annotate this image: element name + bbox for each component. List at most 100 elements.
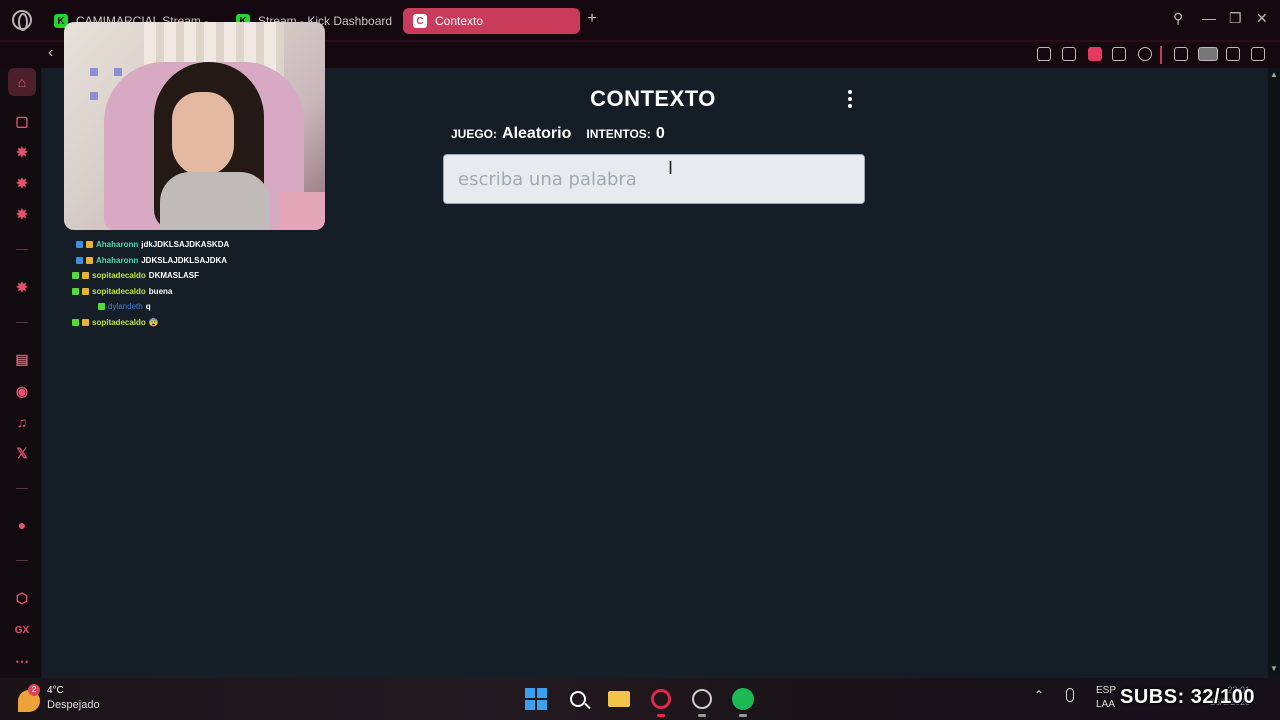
chat-username: sopitadecaldo bbox=[92, 317, 146, 327]
text-cursor-icon: I bbox=[668, 158, 674, 178]
chat-badge-icon bbox=[82, 287, 89, 295]
options-menu-icon[interactable] bbox=[846, 90, 854, 108]
weather-condition: Despejado bbox=[47, 699, 100, 711]
language-layout: LAA bbox=[1096, 699, 1115, 710]
settings-icon[interactable]: ⬡ bbox=[11, 587, 33, 609]
game-stats: JUEGO: Aleatorio INTENTOS: 0 bbox=[451, 125, 675, 143]
status-dot-icon[interactable]: ● bbox=[11, 514, 33, 536]
ai-icon-1[interactable]: ✸ bbox=[11, 141, 33, 163]
pocket-icon[interactable] bbox=[1088, 47, 1102, 61]
spotify-taskbar[interactable] bbox=[730, 686, 756, 712]
close-window-button[interactable]: ✕ bbox=[1256, 10, 1268, 27]
twitch-icon[interactable]: ▤ bbox=[11, 348, 33, 370]
chat-badge-icon bbox=[86, 256, 93, 264]
chat-badge-icon bbox=[76, 241, 83, 249]
browser-taskbar[interactable] bbox=[689, 686, 715, 712]
spotify-icon bbox=[732, 688, 754, 710]
running-app-indicator bbox=[698, 714, 706, 717]
chat-badge-icon bbox=[72, 272, 79, 280]
chat-text: JDKSLAJDKLSAJDKA bbox=[141, 255, 228, 265]
back-button[interactable]: ‹ bbox=[48, 44, 53, 62]
chat-text: 😨 bbox=[148, 317, 159, 327]
more-icon[interactable]: ⋯ bbox=[11, 650, 33, 672]
minimize-button[interactable]: — bbox=[1202, 10, 1216, 26]
chat-badge-icon bbox=[72, 318, 79, 326]
notification-badge: 2 bbox=[28, 684, 40, 696]
chat-username: dylandeth bbox=[108, 302, 143, 311]
juego-value: Aleatorio bbox=[502, 125, 572, 142]
chat-username: Ahaharonn bbox=[96, 240, 139, 249]
extensions-icon[interactable] bbox=[1174, 47, 1188, 61]
running-app-indicator bbox=[739, 714, 747, 717]
pin-icon[interactable] bbox=[1037, 47, 1051, 61]
x-icon[interactable]: 𝕏 bbox=[11, 442, 33, 464]
chat-badge-icon bbox=[82, 272, 89, 280]
page-scrollbar[interactable]: ▲ ▼ bbox=[1268, 68, 1280, 678]
weather-temperature: 4°C bbox=[47, 685, 64, 696]
contexto-icon: C bbox=[413, 14, 427, 28]
file-explorer[interactable] bbox=[606, 686, 632, 712]
chat-badge-icon bbox=[82, 318, 89, 326]
easy-setup-icon[interactable] bbox=[1251, 47, 1265, 61]
scroll-up-icon[interactable]: ▲ bbox=[1270, 70, 1278, 79]
heart-icon[interactable] bbox=[1138, 47, 1152, 61]
chat-badge-icon bbox=[76, 256, 83, 264]
instagram-icon[interactable]: ◉ bbox=[11, 380, 33, 402]
search-icon bbox=[570, 691, 586, 707]
tab-contexto[interactable]: C Contexto bbox=[403, 8, 580, 34]
sidebar-divider bbox=[16, 488, 28, 489]
opera-gx-taskbar[interactable] bbox=[648, 686, 674, 712]
tray-overflow-icon[interactable]: ⌃ bbox=[1034, 688, 1044, 702]
tab-search-icon[interactable]: ⚲ bbox=[1173, 10, 1183, 27]
windows-icon bbox=[525, 688, 547, 710]
screen: K CAMIMARCIAL Stream - K Stream - Kick D… bbox=[0, 0, 1280, 720]
chat-badge-icon bbox=[86, 241, 93, 249]
scroll-down-icon[interactable]: ▼ bbox=[1270, 664, 1278, 673]
chat-overlay: Ahaharonn jdkJDKLSAJDKASKDA Ahaharonn JD… bbox=[72, 237, 229, 330]
download-icon[interactable] bbox=[1226, 47, 1240, 61]
ai-icon-3[interactable]: ✸ bbox=[11, 203, 33, 225]
chat-text: q bbox=[145, 302, 151, 311]
webcam-person-face bbox=[172, 92, 234, 176]
word-input[interactable] bbox=[443, 154, 865, 204]
chat-text: DKMASLASF bbox=[148, 271, 200, 280]
windows-taskbar: 2 bbox=[0, 678, 1280, 720]
opera-menu-icon[interactable] bbox=[12, 10, 32, 31]
tiktok-icon[interactable]: ♫ bbox=[11, 411, 33, 433]
chat-text: jdkJDKLSAJDKASKDA bbox=[141, 240, 230, 249]
snapshot-icon[interactable] bbox=[1062, 47, 1076, 61]
chat-message: sopitadecaldo 😨 bbox=[72, 315, 229, 331]
chat-username: Ahaharonn bbox=[96, 255, 139, 265]
chat-username: sopitadecaldo bbox=[92, 286, 146, 296]
translate-icon[interactable] bbox=[1112, 47, 1126, 61]
intentos-value: 0 bbox=[655, 125, 665, 142]
folder-icon bbox=[608, 691, 630, 707]
browser-sidebar: ⌂ ▢ ✸ ✸ ✸ ✸ ▤ ◉ ♫ 𝕏 ● ⬡ GX ⋯ bbox=[0, 68, 42, 678]
microphone-icon[interactable] bbox=[1066, 688, 1074, 702]
chatgpt-icon[interactable]: ✸ bbox=[11, 276, 33, 298]
ai-icon-2[interactable]: ✸ bbox=[11, 172, 33, 194]
webcam-pillow bbox=[279, 192, 325, 230]
chat-message: Ahaharonn JDKSLAJDKLSAJDKA bbox=[72, 253, 229, 269]
maximize-button[interactable]: ❐ bbox=[1229, 10, 1242, 27]
language-indicator[interactable]: ESP LAA bbox=[1096, 684, 1116, 712]
chat-message: sopitadecaldo buena bbox=[72, 284, 229, 300]
chat-message: Ahaharonn jdkJDKLSAJDKASKDA bbox=[72, 237, 229, 253]
webcam-overlay bbox=[64, 22, 325, 230]
gaming-icon[interactable]: ▢ bbox=[11, 110, 33, 132]
webcam-person-body bbox=[160, 172, 270, 230]
gx-icon[interactable]: GX bbox=[11, 619, 33, 641]
new-tab-button[interactable]: + bbox=[584, 11, 600, 27]
browser-icon bbox=[692, 689, 712, 709]
tab-label: Contexto bbox=[435, 14, 484, 28]
intentos-label: INTENTOS: bbox=[586, 127, 651, 141]
chat-message: sopitadecaldo DKMASLASF bbox=[72, 268, 229, 284]
home-icon[interactable]: ⌂ bbox=[8, 68, 36, 96]
page-title: CONTEXTO bbox=[590, 86, 716, 111]
chat-username: sopitadecaldo bbox=[92, 271, 146, 280]
chat-badge-icon bbox=[98, 303, 105, 311]
profile-avatar[interactable] bbox=[1198, 47, 1218, 61]
toolbar-divider bbox=[1160, 46, 1162, 64]
taskbar-search[interactable] bbox=[565, 686, 591, 712]
start-button[interactable] bbox=[523, 686, 549, 712]
